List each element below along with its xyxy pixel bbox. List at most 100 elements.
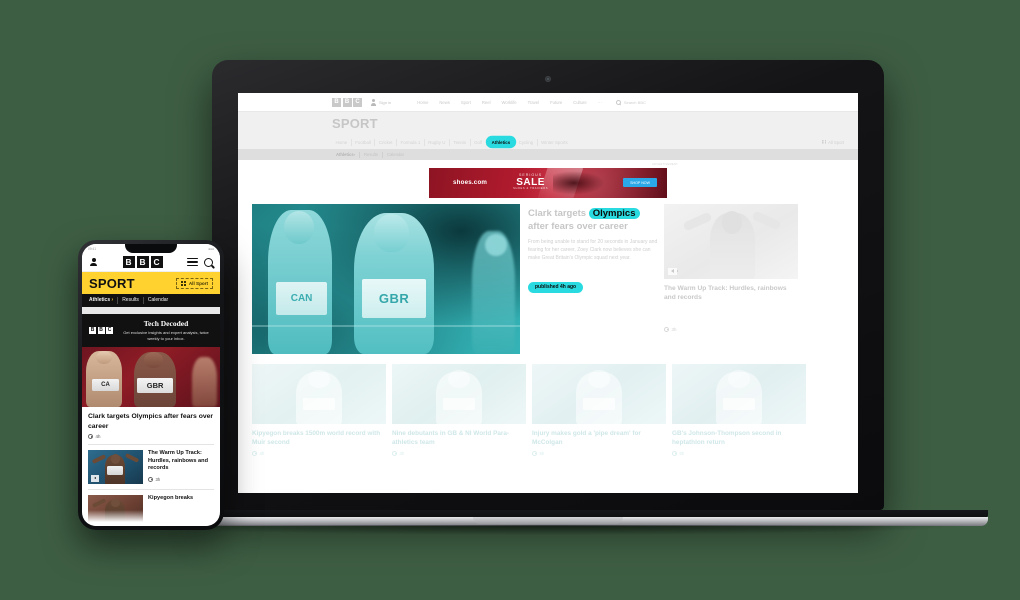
sport-nav-item-rugby-u[interactable]: Rugby U (425, 138, 450, 146)
sport-masthead: SPORT (238, 112, 858, 135)
global-nav-more-button[interactable]: ··· (598, 100, 602, 105)
phone-tertiary-item-calendar[interactable]: Calendar (144, 297, 172, 304)
story-card-timestamp: 4h (259, 450, 265, 456)
card-figure-bib (302, 398, 336, 411)
advert-brand: shoes.com (453, 179, 488, 186)
phone-page-title[interactable]: SPORT (89, 276, 135, 291)
all-sport-button[interactable]: All Sport (822, 140, 844, 145)
phone-tertiary-item-results[interactable]: Results (118, 297, 144, 304)
bbc-logo-letter: C (150, 256, 163, 268)
sport-nav-item-formula-1[interactable]: Formula 1 (397, 138, 425, 146)
bbc-logo-letter: B (332, 97, 341, 107)
hero-story[interactable]: CAN GBR Clark targets Olympics after fea… (252, 203, 658, 354)
global-nav-item-news[interactable]: News (439, 100, 449, 105)
story-card[interactable]: GB's Johnson-Thompson second in heptathl… (672, 363, 806, 456)
story-card[interactable]: Nine debutants in GB & NI World Para-ath… (392, 363, 526, 456)
side-story[interactable]: The Warm Up Track: Hurdles, rainbows and… (664, 203, 798, 354)
advert-banner[interactable]: shoes.com SERIOUS SALE SHOES & TRAINERS … (429, 167, 667, 198)
phone-breadcrumb-athletics[interactable]: Athletics › (89, 297, 119, 304)
hero-headline[interactable]: Clark targets Olympics after fears over … (528, 207, 658, 233)
status-bar-time: 09:41 (88, 246, 96, 251)
global-nav-item-reel[interactable]: Reel (482, 100, 491, 105)
sport-nav-item-tennis[interactable]: Tennis (450, 138, 471, 146)
sport-nav-item-cycling[interactable]: Cycling (515, 138, 538, 146)
phone-hero-headline[interactable]: Clark targets Olympics after fears over … (82, 407, 220, 431)
phone-notch (125, 244, 177, 253)
page-title[interactable]: SPORT (332, 116, 378, 131)
phone-screen: 09:41 ●●● B B C SPORT All Sport Athletic… (82, 244, 220, 526)
phone-figure-head (110, 454, 120, 464)
story-card-headline[interactable]: GB's Johnson-Thompson second in heptathl… (672, 429, 806, 447)
story-card-headline[interactable]: Nine debutants in GB & NI World Para-ath… (392, 429, 526, 447)
phone-header: B B C (82, 253, 220, 272)
sport-nav-item-winter-sports[interactable]: Winter Sports (538, 139, 572, 146)
speaker-icon (671, 269, 678, 273)
phone-list-item-body: The Warm Up Track: Hurdles, rainbows and… (148, 450, 214, 484)
bbc-logo-letter: C (353, 97, 362, 107)
bbc-logo[interactable]: B B C (332, 97, 362, 107)
sport-nav-item-golf[interactable]: Golf (471, 138, 487, 146)
search-icon[interactable] (204, 257, 213, 267)
phone-list-item[interactable]: The Warm Up Track: Hurdles, rainbows and… (82, 445, 220, 489)
story-card-headline[interactable]: Injury makes gold a 'pipe dream' for McC… (532, 429, 666, 447)
story-card-image (392, 363, 526, 424)
story-card-meta: 5h (532, 450, 666, 456)
card-figure-head (728, 369, 750, 388)
advert-cta-button[interactable]: SHOP NOW (623, 178, 657, 187)
sport-nav-item-cricket[interactable]: Cricket (375, 138, 398, 146)
sign-in-label: Sign in (379, 99, 392, 105)
account-icon[interactable] (89, 258, 98, 267)
hero-bib-left: CAN (276, 281, 328, 315)
global-nav-item-home[interactable]: Home (417, 100, 428, 105)
phone-hero-meta: 4h (82, 431, 220, 444)
phone-all-sport-button[interactable]: All Sport (176, 277, 213, 289)
tertiary-nav-item-results[interactable]: Results (360, 151, 383, 158)
bbc-logo-letter: B (342, 97, 352, 107)
side-story-headline[interactable]: The Warm Up Track: Hurdles, rainbows and… (664, 284, 798, 303)
global-nav-item-future[interactable]: Future (550, 100, 562, 105)
story-card[interactable]: Injury makes gold a 'pipe dream' for McC… (532, 363, 666, 456)
side-story-image (664, 203, 798, 279)
sport-nav-item-football[interactable]: Football (352, 138, 376, 146)
phone-list-item-timestamp: 3h (155, 476, 161, 482)
global-nav-item-travel[interactable]: Travel (528, 100, 539, 105)
story-card-image (672, 363, 806, 424)
hero-summary: From being unable to stand for 20 second… (528, 238, 658, 261)
global-nav-item-worklife[interactable]: Worklife (502, 100, 517, 105)
story-card-meta: 4h (252, 450, 386, 456)
clock-icon (252, 450, 257, 456)
card-figure-bib (722, 398, 756, 411)
global-nav-item-sport[interactable]: Sport (461, 100, 471, 105)
speaker-icon (93, 477, 96, 480)
bbc-logo[interactable]: B B C (122, 256, 163, 268)
sign-in-button[interactable]: Sign in (370, 98, 392, 106)
hero-headline-part-2: after fears over career (528, 220, 628, 232)
sport-nav-item-home[interactable]: Home (332, 138, 352, 146)
search-bbc-button[interactable]: Search BBC (615, 99, 646, 105)
tertiary-nav-list: Athletics› Results Calendar (332, 151, 408, 158)
phone-list-item-headline[interactable]: The Warm Up Track: Hurdles, rainbows and… (148, 450, 214, 473)
bbc-logo-letter: C (106, 327, 113, 334)
track-line (252, 325, 520, 327)
promo-text: Tech Decoded Get exclusive insights and … (119, 319, 213, 342)
page-bottom-fade (238, 467, 858, 493)
phone-hero-timestamp: 4h (95, 434, 101, 439)
breadcrumb-athletics[interactable]: Athletics› (332, 151, 361, 158)
global-nav-links: Home News Sport Reel Worklife Travel Fut… (417, 100, 602, 105)
global-nav-item-culture[interactable]: Culture (573, 100, 587, 105)
sport-nav-item-athletics[interactable]: Athletics (486, 137, 516, 147)
card-figure-head (588, 369, 610, 388)
phone-runner-far (192, 356, 218, 407)
tertiary-nav-item-calendar[interactable]: Calendar (383, 152, 408, 158)
menu-icon[interactable] (187, 257, 198, 267)
phone-newsletter-promo[interactable]: B B C Tech Decoded Get exclusive insight… (82, 314, 220, 347)
story-card-headline[interactable]: Kipyegon breaks 1500m world record with … (252, 429, 386, 447)
published-badge: published 4h ago (528, 281, 584, 293)
search-icon (615, 99, 621, 105)
hero-runner-left-head (284, 211, 314, 244)
phone-bib-left: CA (91, 379, 120, 392)
phone-hero-image[interactable]: CA GBR (82, 347, 220, 407)
phone-list-item-headline[interactable]: Kipyegon breaks (148, 495, 214, 503)
hero-text: Clark targets Olympics after fears over … (520, 204, 658, 354)
story-card[interactable]: Kipyegon breaks 1500m world record with … (252, 363, 386, 456)
